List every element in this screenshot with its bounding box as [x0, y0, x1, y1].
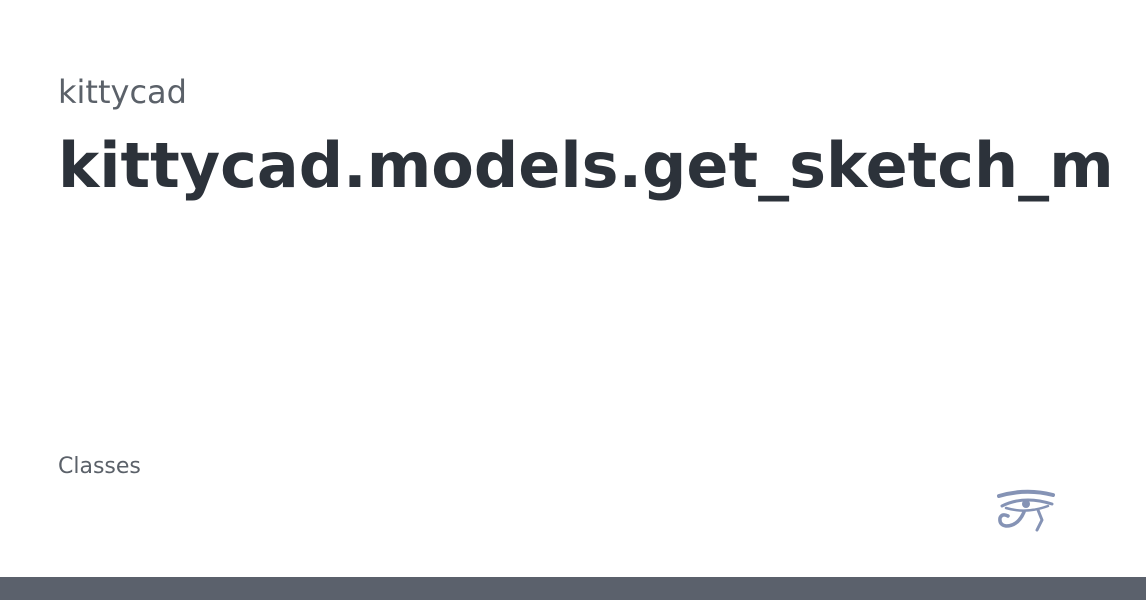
eye-of-horus-icon	[997, 489, 1055, 532]
category-label: Classes	[58, 454, 141, 479]
social-preview-card: kittycad kittycad.models.get_sketch_m Cl…	[0, 0, 1146, 600]
project-name: kittycad	[58, 73, 187, 111]
footer-bar	[0, 577, 1146, 600]
page-title: kittycad.models.get_sketch_m	[58, 129, 1114, 202]
